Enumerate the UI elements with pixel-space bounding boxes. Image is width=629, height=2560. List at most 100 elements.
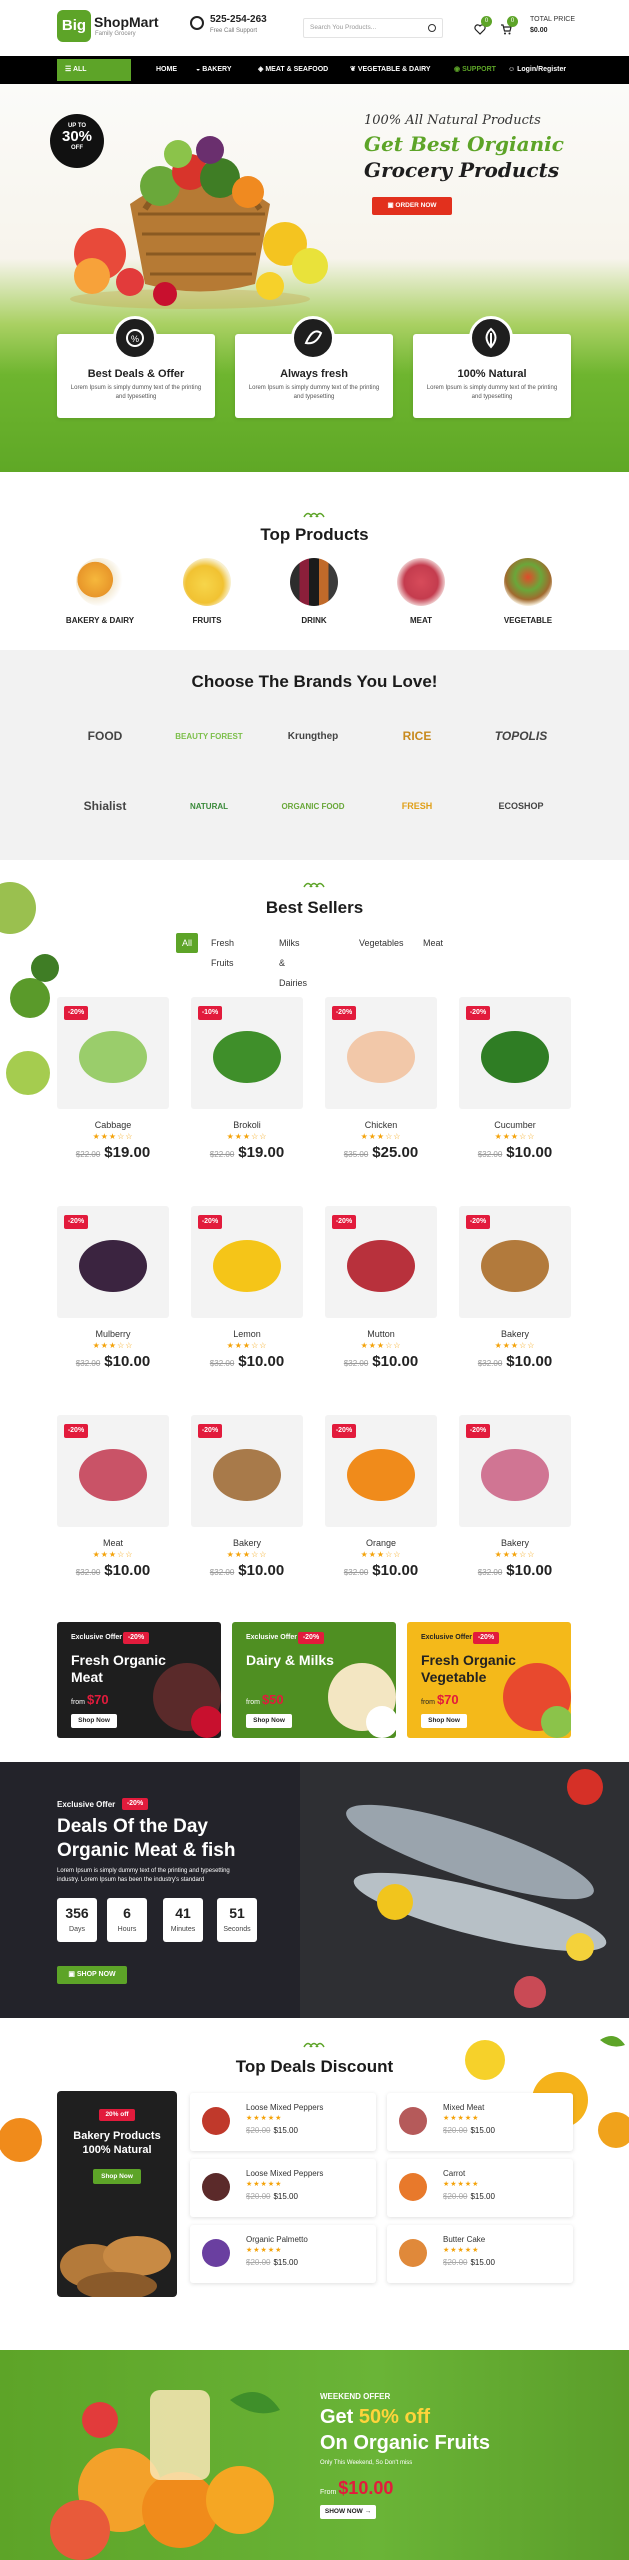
product-card[interactable]: -20% Lemon ★★★☆☆ $32.00 $10.00 (191, 1206, 303, 1392)
nav-meat-label: MEAT & SEAFOOD (265, 66, 329, 73)
deal-item[interactable]: Carrot ★★★★★ $20.00 $15.00 (387, 2159, 573, 2217)
category-vegetable[interactable]: VEGETABLE (488, 558, 568, 628)
tab-fresh-fruits[interactable]: Fresh Fruits (211, 933, 234, 968)
timer-unit: Seconds (223, 1926, 251, 1933)
product-shape (213, 1240, 281, 1292)
promo-shop-now-button[interactable]: Shop Now (421, 1714, 467, 1728)
product-name[interactable]: Brokoli (191, 1120, 303, 1130)
brand-logo[interactable]: ECOSHOP (473, 778, 569, 834)
heart-icon[interactable]: 0 (474, 16, 492, 35)
logo[interactable]: Big ShopMart Family Grocery (57, 10, 159, 42)
deal-shop-now-button[interactable]: ▣ SHOP NOW (57, 1966, 127, 1984)
deal-item[interactable]: Organic Palmetto ★★★★★ $20.00 $15.00 (190, 2225, 376, 2283)
order-now-button[interactable]: ▣ ORDER NOW (372, 197, 452, 215)
product-card[interactable]: -20% Orange ★★★☆☆ $32.00 $10.00 (325, 1415, 437, 1601)
all-categories-button[interactable]: ☰ ALL CATEGORIES (57, 59, 131, 95)
brand-logo[interactable]: ORGANIC FOOD (265, 778, 361, 834)
brand-logo[interactable]: Krungthep (265, 708, 361, 764)
product-card[interactable]: -20% Cabbage ★★★☆☆ $22.00 $19.00 (57, 997, 169, 1183)
product-name[interactable]: Chicken (325, 1120, 437, 1130)
product-image[interactable]: -20% (57, 1206, 169, 1318)
promo-banner[interactable]: Exclusive Offer -20% Fresh Organic Meat fro… (57, 1622, 221, 1738)
nav-login[interactable]: ☺ Login/Register (508, 56, 566, 84)
product-card[interactable]: -20% Mutton ★★★☆☆ $32.00 $10.00 (325, 1206, 437, 1392)
product-image[interactable]: -20% (191, 1206, 303, 1318)
promo-shop-now-button[interactable]: Shop Now (71, 1714, 117, 1728)
product-image[interactable]: -20% (191, 1415, 303, 1527)
category-drink[interactable]: DRINK (274, 558, 354, 628)
product-name[interactable]: Cucumber (459, 1120, 571, 1130)
product-name[interactable]: Mulberry (57, 1329, 169, 1339)
brand-logo[interactable]: FRESH (369, 778, 465, 834)
product-shape (347, 1449, 415, 1501)
promo-discount: -20% (298, 1632, 324, 1644)
deal-name[interactable]: Organic Palmetto (246, 2235, 308, 2244)
phone-support[interactable]: 525-254-263 Free Call Support (190, 14, 290, 42)
nav-bakery[interactable]: ◒ BAKERY (196, 56, 232, 84)
product-name[interactable]: Orange (325, 1538, 437, 1548)
product-name[interactable]: Meat (57, 1538, 169, 1548)
deal-name[interactable]: Butter Cake (443, 2235, 485, 2244)
brand-logo[interactable]: RICE (369, 708, 465, 764)
brand-logo[interactable]: BEAUTY FOREST (161, 708, 257, 764)
tab-meat[interactable]: Meat (423, 933, 443, 953)
brand-logo[interactable]: Shialist (57, 778, 153, 834)
nav-meat-seafood[interactable]: ◈ MEAT & SEAFOOD (258, 56, 328, 84)
product-image[interactable]: -20% (57, 1415, 169, 1527)
search-input[interactable]: Search You Products... (303, 18, 443, 38)
product-image[interactable]: -20% (325, 1415, 437, 1527)
product-card[interactable]: -20% Bakery ★★★☆☆ $32.00 $10.00 (459, 1206, 571, 1392)
tab-all[interactable]: All (176, 933, 199, 953)
product-image[interactable]: -20% (459, 997, 571, 1109)
nav-vegetable-dairy[interactable]: ❦ VEGETABLE & DAIRY (350, 56, 431, 84)
product-name[interactable]: Bakery (459, 1538, 571, 1548)
deal-item[interactable]: Loose Mixed Peppers ★★★★★ $20.00 $15.00 (190, 2159, 376, 2217)
promo-shop-now-button[interactable]: Shop Now (246, 1714, 292, 1728)
product-name[interactable]: Mutton (325, 1329, 437, 1339)
tab-vegetables[interactable]: Vegetables (359, 933, 404, 953)
product-card[interactable]: -20% Cucumber ★★★☆☆ $32.00 $10.00 (459, 997, 571, 1183)
deal-name[interactable]: Loose Mixed Peppers (246, 2169, 323, 2178)
deal-name[interactable]: Loose Mixed Peppers (246, 2103, 323, 2112)
deal-item[interactable]: Loose Mixed Peppers ★★★★★ $20.00 $15.00 (190, 2093, 376, 2151)
category-meat[interactable]: MEAT (381, 558, 461, 628)
promo-banner[interactable]: Exclusive Offer -20% Fresh Organic Vegetab… (407, 1622, 571, 1738)
deal-item[interactable]: Mixed Meat ★★★★★ $20.00 $15.00 (387, 2093, 573, 2151)
product-card[interactable]: -10% Brokoli ★★★☆☆ $22.00 $19.00 (191, 997, 303, 1183)
deal-item[interactable]: Butter Cake ★★★★★ $20.00 $15.00 (387, 2225, 573, 2283)
product-image[interactable]: -20% (459, 1206, 571, 1318)
product-card[interactable]: -20% Mulberry ★★★☆☆ $32.00 $10.00 (57, 1206, 169, 1392)
brand-logo[interactable]: TOPOLIS (473, 708, 569, 764)
category-bakery-dairy[interactable]: BAKERY & DAIRY (60, 558, 140, 628)
product-card[interactable]: -20% Meat ★★★☆☆ $32.00 $10.00 (57, 1415, 169, 1601)
product-card[interactable]: -20% Bakery ★★★☆☆ $32.00 $10.00 (459, 1415, 571, 1601)
category-fruits[interactable]: FRUITS (167, 558, 247, 628)
product-name[interactable]: Bakery (191, 1538, 303, 1548)
product-image[interactable]: -20% (57, 997, 169, 1109)
product-image[interactable]: -20% (325, 997, 437, 1109)
cart-icon[interactable]: 0 (500, 16, 518, 35)
discount-badge: -20% (466, 1215, 490, 1229)
weekend-show-now-button[interactable]: SHOW NOW → (320, 2505, 376, 2519)
product-card[interactable]: -20% Bakery ★★★☆☆ $32.00 $10.00 (191, 1415, 303, 1601)
deal-name[interactable]: Carrot (443, 2169, 465, 2178)
deal-name[interactable]: Mixed Meat (443, 2103, 484, 2112)
side-shop-now-button[interactable]: Shop Now (93, 2169, 141, 2184)
nav-home[interactable]: HOME (156, 56, 177, 84)
promo-banner[interactable]: Exclusive Offer -20% Dairy & Milks from $50… (232, 1622, 396, 1738)
product-image[interactable]: -20% (325, 1206, 437, 1318)
brand-logo[interactable]: FOOD (57, 708, 153, 764)
timer-box: 356 Days (57, 1898, 97, 1942)
product-name[interactable]: Lemon (191, 1329, 303, 1339)
product-name[interactable]: Bakery (459, 1329, 571, 1339)
product-name[interactable]: Cabbage (57, 1120, 169, 1130)
product-image[interactable]: -10% (191, 997, 303, 1109)
brand-logo[interactable]: NATURAL (161, 778, 257, 834)
tab-milks-dairies[interactable]: Milks & Dairies (279, 933, 307, 988)
bakery-promo-card[interactable]: 20% off Bakery Products 100% Natural Sho… (57, 2091, 177, 2297)
nav-support[interactable]: ◉ SUPPORT (454, 56, 496, 84)
product-card[interactable]: -20% Chicken ★★★☆☆ $35.00 $25.00 (325, 997, 437, 1183)
product-image[interactable]: -20% (459, 1415, 571, 1527)
total-price[interactable]: TOTAL PRICE $0.00 (530, 16, 600, 42)
search-icon[interactable] (428, 24, 436, 32)
